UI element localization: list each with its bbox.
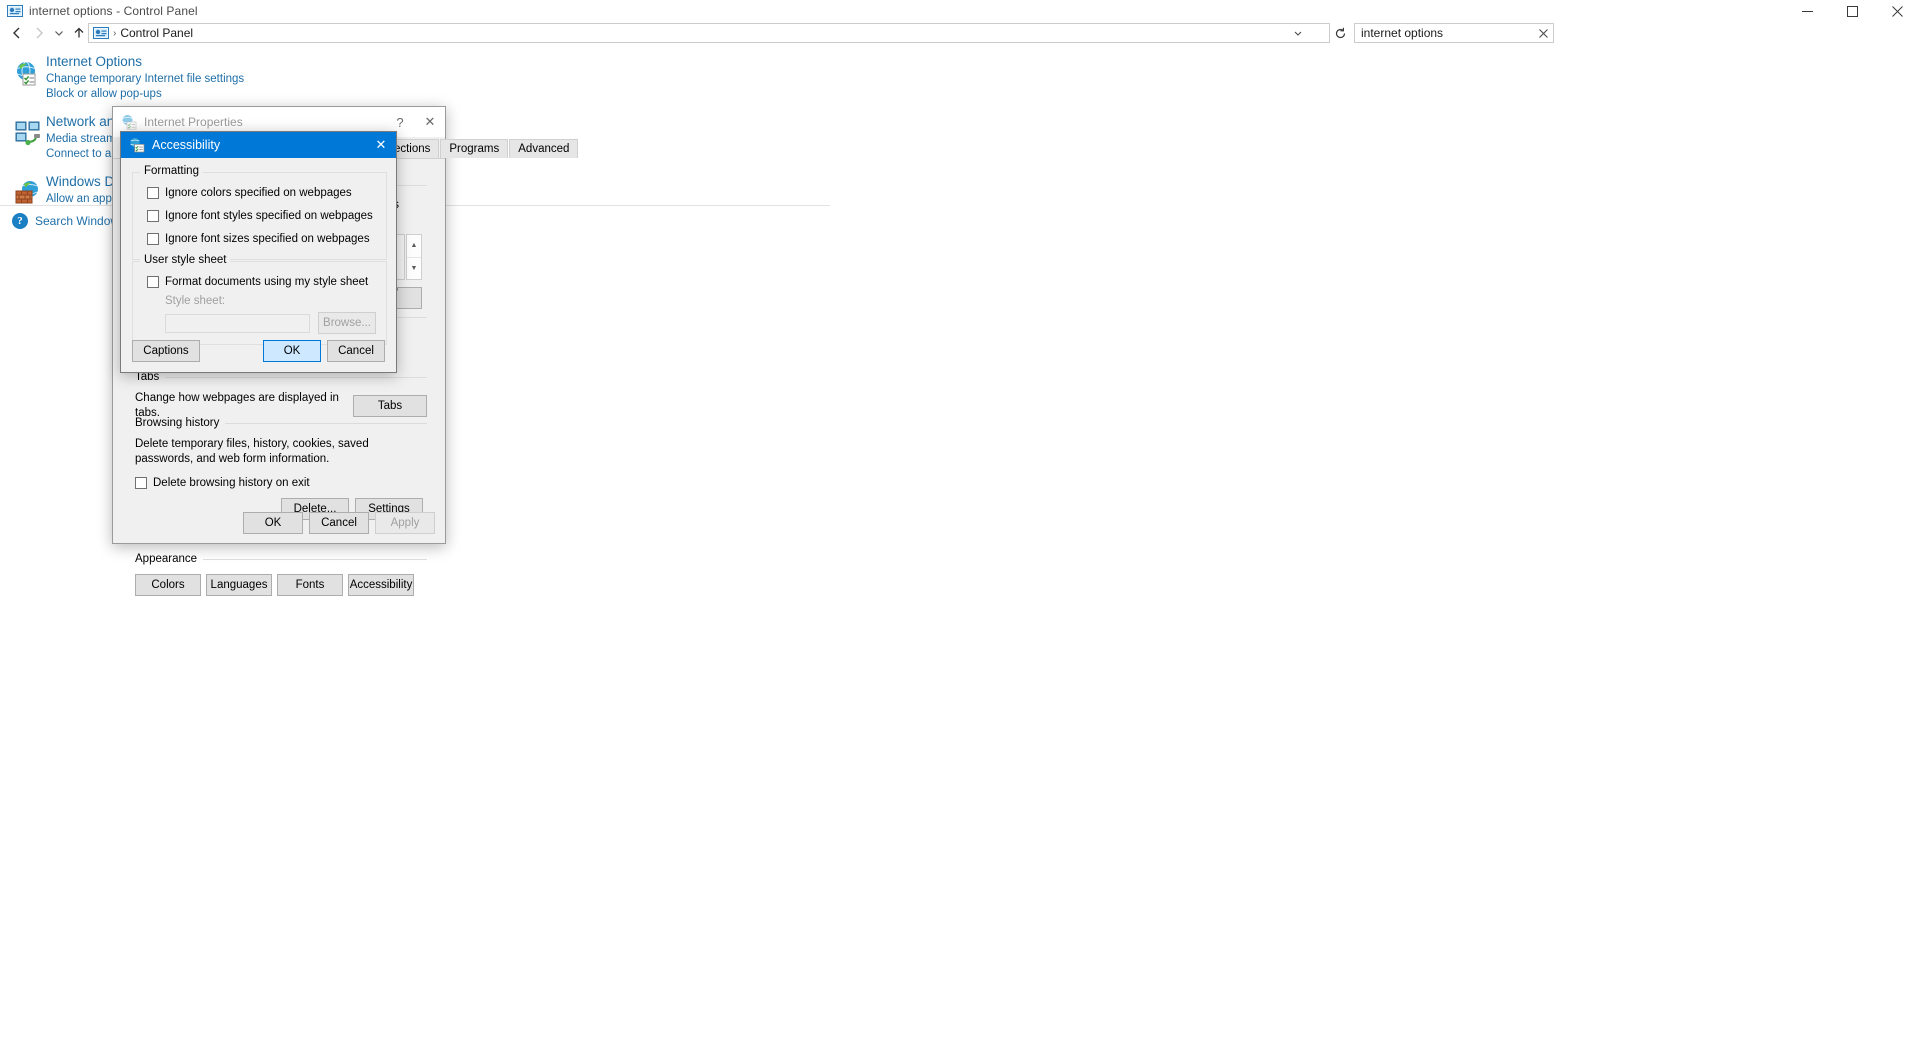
internet-properties-footer: OK Cancel Apply xyxy=(113,503,445,543)
delete-on-exit-checkbox[interactable]: Delete browsing history on exit xyxy=(135,476,427,490)
accessibility-titlebar: Accessibility ✕ xyxy=(121,132,396,158)
tab-advanced[interactable]: Advanced xyxy=(509,139,579,158)
window-titlebar: internet options - Control Panel xyxy=(0,0,1920,22)
firewall-icon xyxy=(14,180,42,208)
result-link[interactable]: Change temporary Internet file settings xyxy=(46,72,840,87)
accessibility-icon xyxy=(129,137,145,153)
ignore-font-styles-label: Ignore font styles specified on webpages xyxy=(165,210,373,222)
ignore-font-styles-checkbox[interactable]: Ignore font styles specified on webpages xyxy=(147,209,376,223)
appearance-legend: Appearance xyxy=(135,553,427,565)
accessibility-title: Accessibility xyxy=(152,138,221,152)
ignore-colors-label: Ignore colors specified on webpages xyxy=(165,187,352,199)
section-rule xyxy=(225,422,427,424)
accessibility-button[interactable]: Accessibility xyxy=(348,574,414,596)
maximize-button[interactable] xyxy=(1830,0,1875,22)
recent-locations-button[interactable] xyxy=(50,22,68,44)
result-title[interactable]: Internet Options xyxy=(46,52,840,71)
search-value: internet options xyxy=(1361,26,1444,40)
internet-options-icon xyxy=(14,60,42,88)
up-button[interactable] xyxy=(68,22,90,44)
format-documents-label: Format documents using my style sheet xyxy=(165,276,369,288)
captions-button[interactable]: Captions xyxy=(132,340,200,362)
close-button[interactable] xyxy=(1875,0,1920,22)
delete-on-exit-label: Delete browsing history on exit xyxy=(153,477,310,489)
browse-button: Browse... xyxy=(318,312,376,334)
search-input[interactable]: internet options xyxy=(1354,23,1554,43)
scroll-down-icon[interactable]: ▼ xyxy=(407,258,421,280)
address-control-panel-icon xyxy=(93,25,109,41)
style-sheet-input xyxy=(165,313,310,333)
tab-programs[interactable]: Programs xyxy=(440,139,509,158)
checkbox-indicator xyxy=(147,276,159,288)
forward-button[interactable] xyxy=(28,22,50,44)
scroll-up-icon[interactable]: ▲ xyxy=(407,235,421,258)
fonts-button[interactable]: Fonts xyxy=(277,574,343,596)
user-style-sheet-group: User style sheet Format documents using … xyxy=(132,254,387,345)
accessibility-body: Formatting Ignore colors specified on we… xyxy=(121,158,396,372)
back-button[interactable] xyxy=(6,22,28,44)
accessibility-ok-button[interactable]: OK xyxy=(263,340,321,362)
tabs-settings-button[interactable]: Tabs xyxy=(353,395,427,417)
tabs-section: Tabs Change how webpages are displayed i… xyxy=(135,371,427,421)
checkbox-indicator xyxy=(147,210,159,222)
accessibility-cancel-button[interactable]: Cancel xyxy=(327,340,385,362)
section-rule xyxy=(203,558,427,560)
close-icon[interactable]: ✕ xyxy=(366,132,396,158)
result-internet-options: Internet Options Change temporary Intern… xyxy=(0,52,840,102)
accessibility-footer: Captions OK Cancel xyxy=(132,340,385,362)
internet-properties-title: Internet Properties xyxy=(144,115,243,129)
ignore-colors-checkbox[interactable]: Ignore colors specified on webpages xyxy=(147,186,376,200)
network-sharing-icon xyxy=(14,120,42,148)
ip-ok-button[interactable]: OK xyxy=(243,512,303,534)
address-dropdown-icon[interactable] xyxy=(1289,24,1307,42)
formatting-group: Formatting Ignore colors specified on we… xyxy=(132,165,387,260)
home-page-scrollbar[interactable]: ▲ ▼ xyxy=(406,234,422,280)
ip-cancel-button[interactable]: Cancel xyxy=(309,512,369,534)
ignore-font-sizes-checkbox[interactable]: Ignore font sizes specified on webpages xyxy=(147,232,376,246)
window-controls xyxy=(1785,0,1920,22)
result-link[interactable]: Block or allow pop-ups xyxy=(46,87,840,102)
browsing-history-description: Delete temporary files, history, cookies… xyxy=(135,438,369,465)
style-sheet-label: Style sheet: xyxy=(165,295,226,307)
search-clear-icon[interactable] xyxy=(1536,24,1550,42)
section-rule xyxy=(165,376,427,378)
ip-apply-button: Apply xyxy=(375,512,435,534)
breadcrumb-separator: › xyxy=(113,27,117,39)
checkbox-indicator xyxy=(147,233,159,245)
internet-properties-icon xyxy=(121,114,137,130)
checkbox-indicator xyxy=(147,187,159,199)
close-icon[interactable]: ✕ xyxy=(415,107,445,137)
accessibility-dialog: Accessibility ✕ Formatting Ignore colors… xyxy=(120,131,397,373)
refresh-button[interactable] xyxy=(1330,23,1350,43)
address-bar[interactable]: › Control Panel xyxy=(88,23,1330,43)
format-documents-checkbox[interactable]: Format documents using my style sheet xyxy=(147,275,376,289)
appearance-section: Appearance Colors Languages Fonts Access… xyxy=(135,553,427,596)
formatting-legend: Formatting xyxy=(140,165,203,177)
window-title: internet options - Control Panel xyxy=(29,4,198,18)
user-style-sheet-legend: User style sheet xyxy=(140,254,231,266)
help-icon: ? xyxy=(12,213,28,229)
checkbox-indicator xyxy=(135,477,147,489)
browsing-history-legend: Browsing history xyxy=(135,417,427,429)
minimize-button[interactable] xyxy=(1785,0,1830,22)
breadcrumb-control-panel[interactable]: Control Panel xyxy=(120,26,193,40)
control-panel-icon xyxy=(7,3,23,19)
languages-button[interactable]: Languages xyxy=(206,574,272,596)
colors-button[interactable]: Colors xyxy=(135,574,201,596)
ignore-font-sizes-label: Ignore font sizes specified on webpages xyxy=(165,233,370,245)
